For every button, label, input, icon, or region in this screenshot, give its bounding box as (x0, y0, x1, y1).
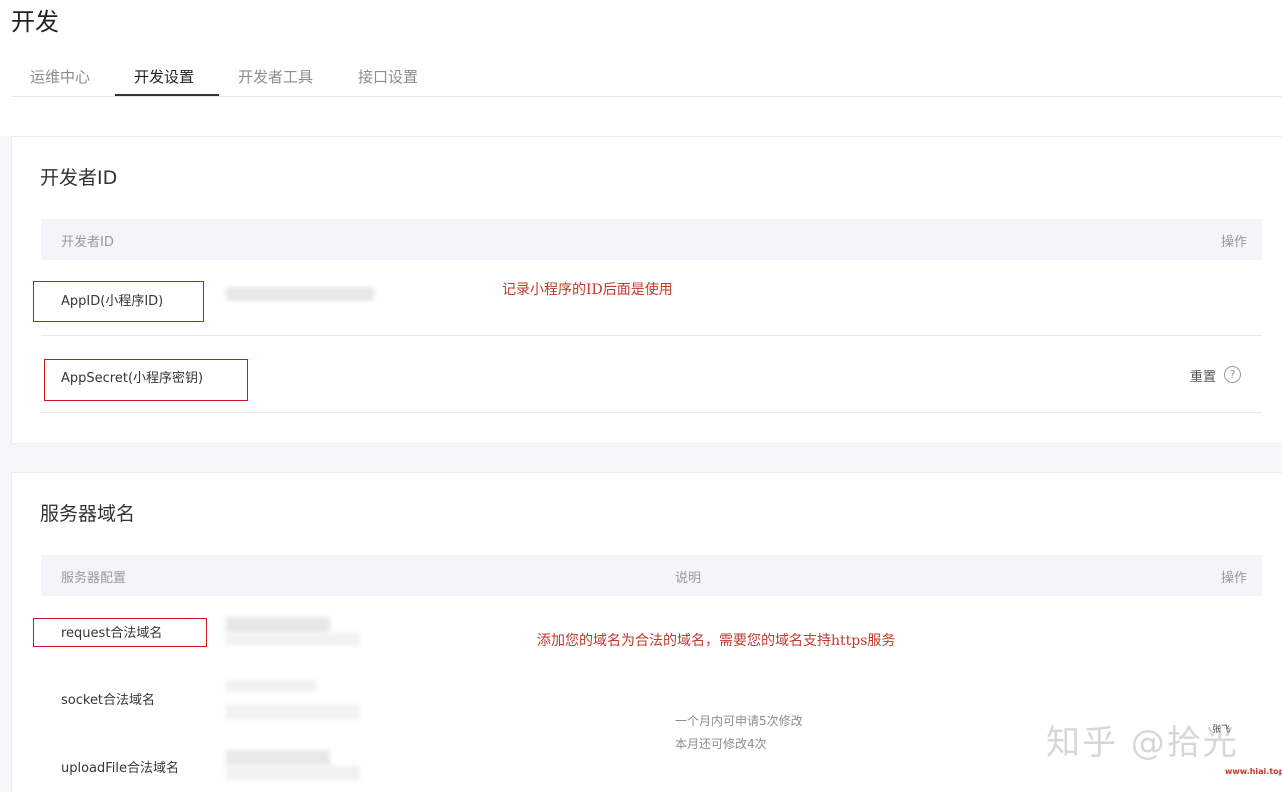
request-domain-value-redacted (226, 617, 330, 633)
reset-secret-link[interactable]: 重置 (1190, 366, 1216, 385)
watermark-small-text: 张飞 (1212, 725, 1231, 735)
tab-bar: 运维中心 开发设置 开发者工具 接口设置 (12, 58, 1282, 97)
request-domain-annotation: 添加您的域名为合法的域名，需要您的域名支持https服务 (537, 633, 896, 649)
appid-annotation: 记录小程序的ID后面是使用 (502, 282, 673, 298)
column-action: 操作 (1220, 571, 1247, 586)
developer-id-table-header: 开发者ID 操作 (41, 219, 1262, 260)
column-developer-id: 开发者ID (61, 235, 114, 250)
uploadfile-domain-value-redacted (226, 766, 360, 780)
page-header: 开发 运维中心 开发设置 开发者工具 接口设置 (0, 0, 1282, 136)
help-icon[interactable]: ? (1224, 366, 1241, 383)
tab-ops-center[interactable]: 运维中心 (30, 66, 90, 87)
developer-id-card: 开发者ID 开发者ID 操作 AppID(小程序ID) 记录小程序的ID后面是使… (11, 136, 1282, 444)
server-domain-title: 服务器域名 (40, 503, 136, 525)
row-divider (41, 335, 1262, 336)
uploadfile-domain-value-redacted (226, 750, 330, 766)
active-tab-indicator (115, 94, 219, 96)
appid-value-redacted (226, 287, 374, 301)
server-domain-table-header: 服务器配置 说明 操作 (41, 555, 1262, 596)
page-title: 开发 (11, 8, 59, 36)
column-server-config: 服务器配置 (61, 571, 127, 586)
uploadfile-domain-label: uploadFile合法域名 (61, 761, 180, 776)
tab-dev-tools[interactable]: 开发者工具 (238, 66, 313, 87)
domain-modify-remaining-text: 本月还可修改4次 (675, 737, 767, 751)
developer-id-title: 开发者ID (40, 167, 118, 189)
zhihu-watermark: 知乎 @拾光 (1046, 723, 1239, 763)
column-action: 操作 (1220, 235, 1247, 250)
tab-api-settings[interactable]: 接口设置 (358, 66, 418, 87)
column-description: 说明 (675, 571, 702, 586)
watermark-url: www.hiai.top (1225, 767, 1282, 776)
tab-dev-settings[interactable]: 开发设置 (134, 66, 194, 87)
socket-domain-value-redacted (226, 680, 316, 692)
request-domain-value-redacted (226, 633, 360, 645)
row-divider (41, 412, 1262, 413)
domain-modify-limit-text: 一个月内可申请5次修改 (675, 714, 803, 728)
request-domain-label: request合法域名 (61, 626, 163, 641)
socket-domain-label: socket合法域名 (61, 693, 156, 708)
appsecret-label: AppSecret(小程序密钥) (61, 371, 204, 386)
appid-label: AppID(小程序ID) (61, 294, 164, 309)
socket-domain-value-redacted (226, 705, 360, 719)
